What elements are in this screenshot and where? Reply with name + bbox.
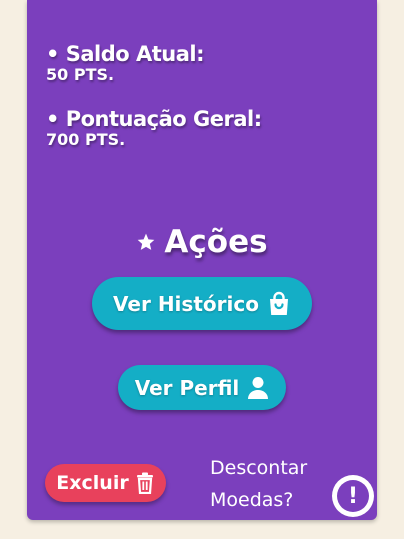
- trash-icon: [135, 472, 155, 494]
- redeem-coins-prompt: Descontar Moedas?: [210, 452, 340, 516]
- actions-heading: Ações: [27, 222, 377, 262]
- actions-heading-text: Ações: [164, 224, 268, 260]
- redeem-coins-button[interactable]: !: [332, 475, 374, 517]
- total-score-value: 700 PTS.: [46, 130, 126, 149]
- current-balance-value: 50 PTS.: [46, 65, 115, 84]
- delete-button[interactable]: Excluir: [45, 464, 166, 502]
- view-profile-label: Ver Perfil: [134, 375, 240, 400]
- view-history-label: Ver Histórico: [113, 291, 259, 316]
- user-icon: [247, 376, 269, 400]
- delete-label: Excluir: [56, 472, 129, 494]
- star-icon: [136, 222, 156, 262]
- shopping-bag-icon: [267, 291, 291, 317]
- view-profile-button[interactable]: Ver Perfil: [118, 365, 286, 410]
- exclamation-icon: !: [337, 480, 369, 512]
- total-score: • Pontuação Geral: 700 PTS.: [46, 107, 262, 149]
- points-card: • Saldo Atual: 50 PTS. • Pontuação Geral…: [27, 0, 377, 520]
- total-score-label: • Pontuação Geral:: [46, 107, 262, 131]
- current-balance-label: • Saldo Atual:: [46, 42, 205, 66]
- redeem-coins-line-2: Moedas?: [210, 489, 294, 511]
- redeem-coins-line-1: Descontar: [210, 457, 308, 479]
- view-history-button[interactable]: Ver Histórico: [92, 277, 312, 330]
- current-balance: • Saldo Atual: 50 PTS.: [46, 42, 205, 84]
